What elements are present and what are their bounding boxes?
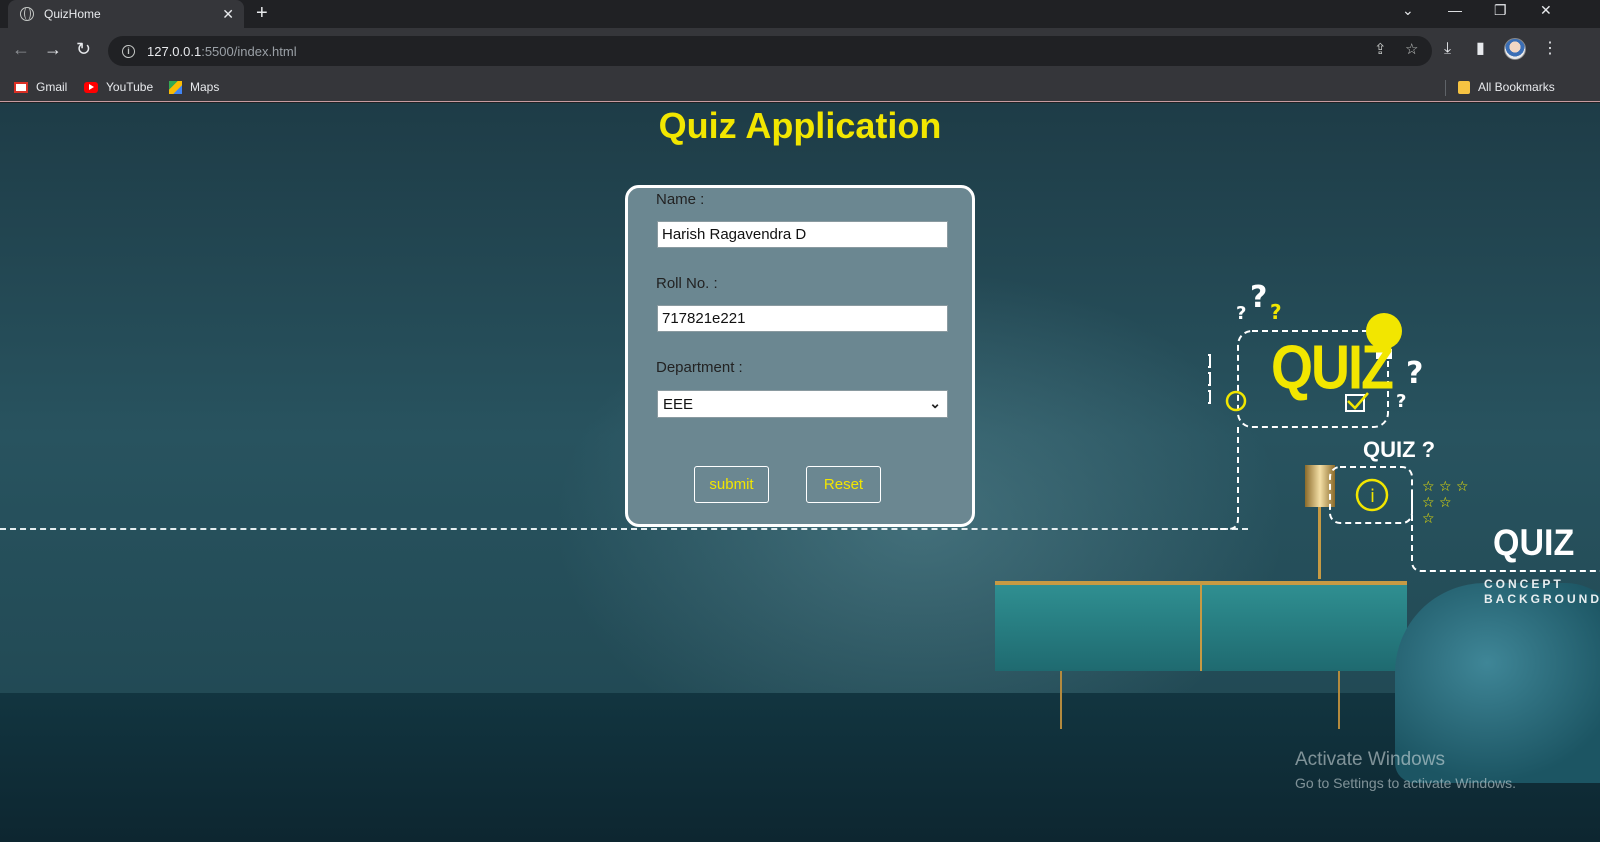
browser-toolbar: ← → ↻ i 127.0.0.1 :5500/index.html ⇪ ☆ ⤓…: [0, 28, 1600, 72]
svg-text:?: ?: [1406, 356, 1423, 391]
quiz-graphic-small-text: QUIZ ?: [1363, 437, 1436, 462]
chevron-down-icon: ⌄: [929, 395, 941, 411]
download-icon[interactable]: ⤓: [1444, 40, 1451, 58]
svg-text:?: ?: [1270, 300, 1282, 324]
globe-icon: [20, 7, 34, 21]
window-close-icon[interactable]: ✕: [1540, 2, 1552, 19]
watermark-title: Activate Windows: [1295, 749, 1445, 770]
minimize-icon[interactable]: —: [1448, 2, 1462, 18]
youtube-icon: [84, 81, 98, 93]
quiz-graphic-white-text: QUIZ: [1493, 522, 1575, 564]
side-panel-icon[interactable]: ▮: [1476, 40, 1485, 58]
department-selected-value: EEE: [663, 395, 694, 413]
reset-button[interactable]: Reset: [806, 466, 881, 503]
quiz-illustration: i ? ? ? ? ? ☆ ☆ ☆ ☆ ☆ ☆ QUIZ QUIZ ? QUIZ…: [1195, 279, 1600, 739]
menu-kebab-icon[interactable]: ⋮: [1542, 40, 1558, 58]
concept-line: CONCEPT: [1484, 577, 1564, 591]
forward-arrow-icon[interactable]: →: [44, 39, 62, 59]
share-icon[interactable]: ⇪: [1374, 42, 1387, 58]
page-viewport: i ? ? ? ? ? ☆ ☆ ☆ ☆ ☆ ☆ QUIZ QUIZ ? QUIZ…: [0, 103, 1600, 842]
all-bookmarks-label: All Bookmarks: [1478, 80, 1555, 94]
roll-number-input[interactable]: [657, 305, 948, 332]
svg-text:?: ?: [1396, 391, 1406, 412]
back-arrow-icon[interactable]: ←: [12, 39, 30, 59]
folder-icon: [1458, 80, 1470, 94]
quiz-login-form: Name : Roll No. : Department : EEE ⌄ sub…: [625, 185, 975, 527]
quiz-graphic-text: QUIZ: [1271, 333, 1394, 403]
tab-strip: QuizHome ✕ + ⌄ — ❐ ✕: [0, 0, 1600, 28]
bookmark-label: YouTube: [106, 80, 154, 94]
url-path: :5500/index.html: [201, 43, 297, 59]
department-label: Department :: [656, 359, 743, 376]
quiz-doodle-graphic: i ? ? ? ? ? ☆ ☆ ☆ ☆ ☆ ☆: [1195, 280, 1600, 572]
submit-button[interactable]: submit: [694, 466, 769, 503]
browser-tab[interactable]: QuizHome ✕: [8, 0, 244, 28]
svg-text:?: ?: [1250, 280, 1267, 315]
bookmark-maps[interactable]: Maps: [169, 78, 219, 96]
bookmarks-bar: Gmail YouTube Maps All Bookmarks: [0, 72, 1600, 102]
tab-title: QuizHome: [44, 7, 101, 21]
svg-text:i: i: [1370, 486, 1375, 507]
bookmark-youtube[interactable]: YouTube: [84, 78, 153, 96]
all-bookmarks-button[interactable]: All Bookmarks: [1458, 78, 1555, 96]
url-host: 127.0.0.1: [147, 43, 202, 59]
address-bar[interactable]: i 127.0.0.1 :5500/index.html: [108, 36, 1432, 66]
activate-windows-watermark: Activate Windows Go to Settings to activ…: [1295, 749, 1516, 791]
reload-icon[interactable]: ↻: [76, 39, 91, 59]
svg-text:☆ ☆: ☆ ☆: [1422, 495, 1452, 511]
roll-number-label: Roll No. :: [656, 275, 718, 292]
page-title: Quiz Application: [658, 105, 942, 146]
svg-text:☆ ☆ ☆: ☆ ☆ ☆: [1422, 479, 1469, 495]
tab-close-icon[interactable]: ✕: [222, 6, 234, 23]
site-info-icon[interactable]: i: [122, 44, 135, 58]
bookmark-gmail[interactable]: Gmail: [14, 78, 67, 96]
background-dashed-line: [0, 528, 1248, 530]
bookmarks-divider: [1445, 80, 1446, 96]
concept-background-text: CONCEPT BACKGROUND: [1484, 577, 1600, 607]
name-input[interactable]: [657, 221, 948, 248]
bookmark-label: Gmail: [36, 80, 68, 94]
gmail-icon: [14, 81, 28, 93]
svg-text:?: ?: [1236, 303, 1246, 324]
bookmark-star-icon[interactable]: ☆: [1405, 42, 1418, 58]
new-tab-button[interactable]: +: [256, 2, 268, 24]
name-label: Name :: [656, 191, 705, 208]
svg-text:☆: ☆: [1422, 511, 1435, 527]
restore-icon[interactable]: ❐: [1494, 2, 1507, 19]
department-select[interactable]: EEE ⌄: [657, 390, 948, 418]
profile-avatar[interactable]: [1504, 38, 1526, 60]
watermark-subtitle: Go to Settings to activate Windows.: [1295, 775, 1516, 791]
background-line: BACKGROUND: [1484, 592, 1600, 606]
bookmark-label: Maps: [190, 80, 220, 94]
tab-search-chevron-icon[interactable]: ⌄: [1402, 2, 1414, 19]
maps-icon: [169, 80, 182, 94]
